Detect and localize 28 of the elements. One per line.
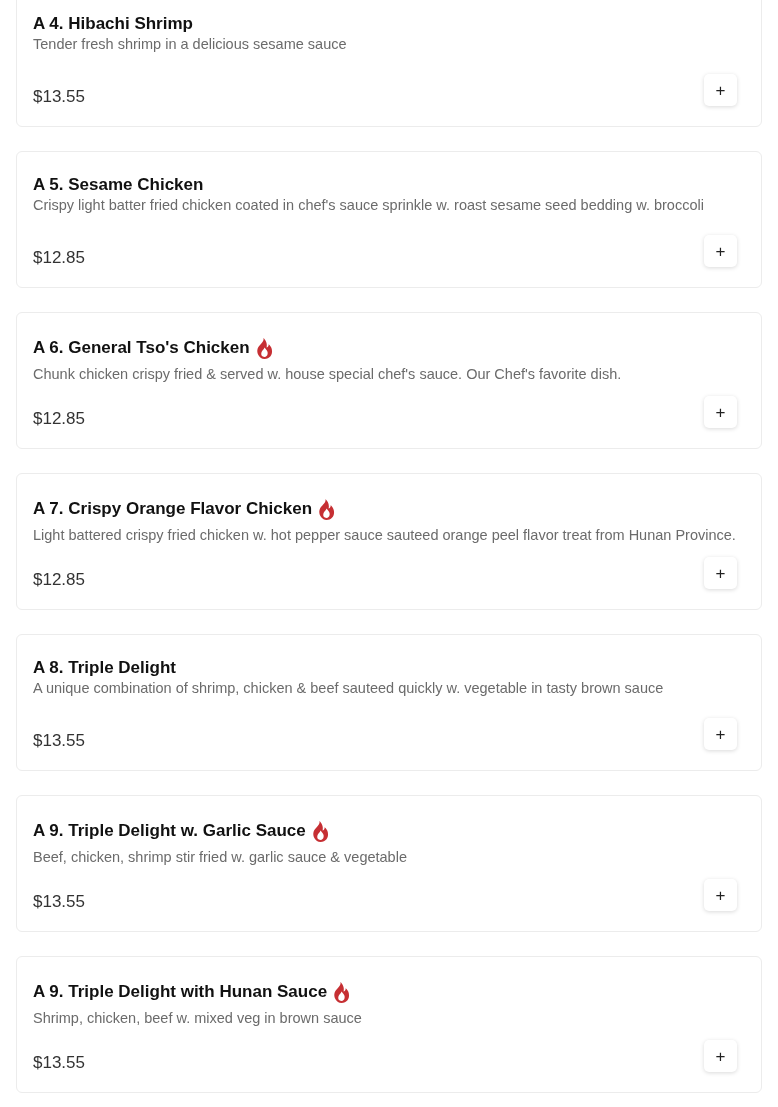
item-title: A 5. Sesame Chicken bbox=[33, 175, 204, 195]
item-description: A unique combination of shrimp, chicken & beef sauteed quickly w. vegetable in tasty brown sauce bbox=[33, 680, 665, 696]
item-title: A 4. Hibachi Shrimp bbox=[33, 14, 193, 34]
item-price: $13.55 bbox=[33, 730, 85, 752]
item-description: Crispy light batter fried chicken coated in chef's sauce sprinkle w. roast sesame seed bedding w. broccoli bbox=[33, 197, 705, 213]
item-price: $13.55 bbox=[33, 891, 85, 913]
item-price: $13.55 bbox=[33, 86, 85, 108]
add-button[interactable]: + bbox=[704, 879, 737, 911]
item-title: A 9. Triple Delight w. Garlic Sauce bbox=[33, 821, 306, 841]
item-title: A 6. General Tso's Chicken bbox=[33, 338, 250, 358]
item-description: Light battered crispy fried chicken w. hot pepper sauce sauteed orange peel flavor treat from Hunan Province. bbox=[33, 527, 737, 543]
item-description: Chunk chicken crispy fried & served w. house special chef's sauce. Our Chef's favorite dish. bbox=[33, 366, 623, 382]
item-price: $13.55 bbox=[33, 1052, 85, 1074]
add-button[interactable]: + bbox=[704, 1040, 737, 1072]
item-price: $12.85 bbox=[33, 247, 85, 269]
add-button[interactable]: + bbox=[704, 557, 737, 589]
item-price: $12.85 bbox=[33, 569, 85, 591]
item-description: Shrimp, chicken, beef w. mixed veg in brown sauce bbox=[33, 1010, 363, 1026]
add-button[interactable]: + bbox=[704, 396, 737, 428]
add-button[interactable]: + bbox=[704, 74, 737, 106]
item-title: A 8. Triple Delight bbox=[33, 658, 176, 678]
item-title: A 9. Triple Delight with Hunan Sauce bbox=[33, 982, 328, 1002]
item-description: Tender fresh shrimp in a delicious sesame sauce bbox=[33, 36, 348, 52]
item-description: Beef, chicken, shrimp stir fried w. garlic sauce & vegetable bbox=[33, 849, 408, 865]
item-title: A 7. Crispy Orange Flavor Chicken bbox=[33, 499, 312, 519]
add-button[interactable]: + bbox=[704, 235, 737, 267]
add-button[interactable]: + bbox=[704, 718, 737, 750]
item-price: $12.85 bbox=[33, 408, 85, 430]
